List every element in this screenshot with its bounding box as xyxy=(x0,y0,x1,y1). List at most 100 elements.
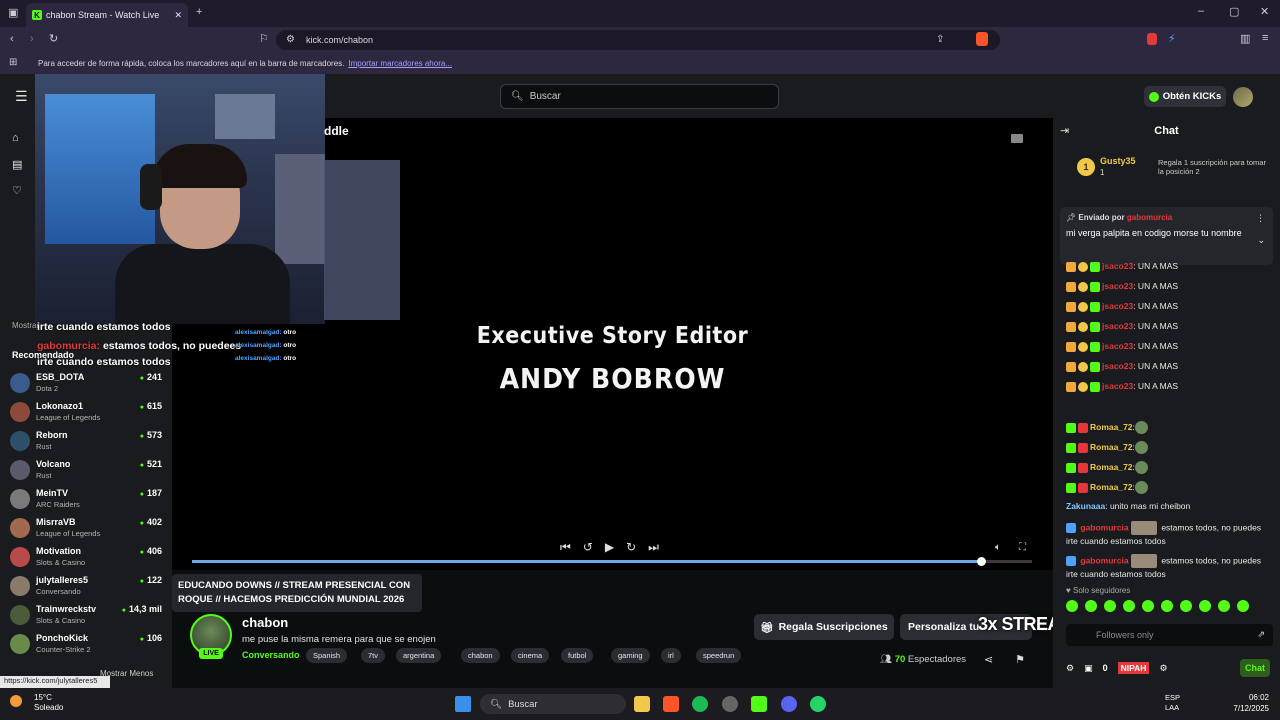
emote-icon[interactable] xyxy=(1180,600,1192,612)
gift-subs-button[interactable]: 🎁︎ Regala Suscripciones xyxy=(754,614,894,640)
channel-row[interactable]: Motivation Slots & Casino 406 xyxy=(10,546,162,575)
taskbar-search[interactable]: 🔍︎ Buscar xyxy=(480,694,626,714)
spotify-icon[interactable] xyxy=(692,696,708,712)
user-avatar[interactable] xyxy=(1233,87,1253,107)
channel-row[interactable]: PonchoKick Counter-Strike 2 106 xyxy=(10,633,162,662)
discord-icon[interactable] xyxy=(781,696,797,712)
whatsapp-icon[interactable] xyxy=(810,696,826,712)
extension-icon[interactable]: ⚡ xyxy=(1168,32,1176,45)
clock[interactable]: 06:02 7/12/2025 xyxy=(1215,692,1269,714)
chat-username[interactable]: Romaa_72 xyxy=(1090,482,1133,492)
apps-grid-icon[interactable]: ⊞ xyxy=(9,57,17,68)
more-options-icon[interactable]: ⚑ xyxy=(1015,653,1025,666)
share-icon[interactable]: ⇪ xyxy=(936,34,944,45)
following-icon[interactable]: ♡ xyxy=(12,184,26,198)
weather-widget[interactable]: 15°C Soleado xyxy=(10,693,63,713)
browser-tab[interactable]: K chabon Stream - Watch Live ✕ xyxy=(26,3,188,27)
channel-row[interactable]: Volcano Rust 521 xyxy=(10,459,162,488)
maximize-icon[interactable]: ▢ xyxy=(1229,5,1239,18)
chat-username[interactable]: Zakunaaa xyxy=(1066,501,1105,511)
chat-username[interactable]: Romaa_72 xyxy=(1090,442,1133,452)
browse-icon[interactable]: ▤ xyxy=(12,158,26,172)
emote-icon[interactable] xyxy=(1066,600,1078,612)
stream-category[interactable]: Conversando xyxy=(242,650,300,660)
reload-icon[interactable]: ↻ xyxy=(49,32,58,45)
url-field[interactable]: ⚙ kick.com/chabon ⇪ xyxy=(276,30,1000,50)
volume-icon[interactable]: 🔈︎ xyxy=(995,542,1001,553)
chat-username[interactable]: gabomurcia xyxy=(1080,522,1128,532)
next-icon[interactable]: ⏭ xyxy=(648,540,659,556)
steam-icon[interactable] xyxy=(722,696,738,712)
stream-tag[interactable]: irl xyxy=(661,648,681,663)
chat-username[interactable]: gabomurcia xyxy=(1080,555,1128,565)
browser-more-icon[interactable]: ≡ xyxy=(1262,32,1268,44)
settings-icon[interactable]: ⚙ xyxy=(1159,663,1167,674)
stream-tag[interactable]: cinema xyxy=(511,648,550,663)
back-icon[interactable]: ‹ xyxy=(10,33,14,45)
pinned-more-icon[interactable]: ⋮ xyxy=(1256,213,1265,224)
start-menu-icon[interactable] xyxy=(455,696,471,712)
kick-app-icon[interactable] xyxy=(751,696,767,712)
emote-icon[interactable] xyxy=(1104,600,1116,612)
channel-row[interactable]: ESB_DOTA Dota 2 241 xyxy=(10,372,162,401)
forward-icon[interactable]: › xyxy=(30,33,34,45)
chat-input[interactable]: Followers only ⇗ xyxy=(1066,624,1273,646)
chat-username[interactable]: jsaco23 xyxy=(1102,261,1133,271)
brave-shield-icon[interactable] xyxy=(976,32,988,46)
chat-username[interactable]: jsaco23 xyxy=(1102,281,1133,291)
stream-tag[interactable]: gaming xyxy=(611,648,650,663)
previous-icon[interactable]: ⏮ xyxy=(560,540,571,556)
channel-row[interactable]: MisrraVB League of Legends 402 xyxy=(10,517,162,546)
rewind-icon[interactable]: ↺ xyxy=(583,540,593,556)
stream-tag[interactable]: Spanish xyxy=(306,648,348,663)
emote-icon[interactable] xyxy=(1218,600,1230,612)
emote-icon[interactable] xyxy=(1237,600,1249,612)
emote-icon[interactable] xyxy=(1123,600,1135,612)
chat-username[interactable]: Romaa_72 xyxy=(1090,422,1133,432)
emote-icon[interactable] xyxy=(1142,600,1154,612)
emote-icon[interactable] xyxy=(1085,600,1097,612)
channel-row[interactable]: Trainwreckstv Slots & Casino 14,3 mil xyxy=(10,604,162,633)
language-indicator[interactable]: ESP LAA xyxy=(1165,693,1180,713)
nipah-badge[interactable]: NIPAH xyxy=(1117,662,1150,674)
progress-bar-track[interactable] xyxy=(982,560,1032,563)
close-tab-icon[interactable]: ✕ xyxy=(174,10,182,21)
sidebar-toggle-icon[interactable]: ▥ xyxy=(1240,32,1250,45)
chat-username[interactable]: jsaco23 xyxy=(1102,321,1133,331)
stream-tag[interactable]: argentina xyxy=(396,648,442,663)
send-chat-button[interactable]: Chat xyxy=(1240,659,1270,677)
progress-bar-fill[interactable] xyxy=(192,560,982,563)
fullscreen-icon[interactable]: ⛶ xyxy=(1019,542,1026,553)
progress-scrubber[interactable] xyxy=(977,557,986,566)
hamburger-menu-icon[interactable]: ☰ xyxy=(15,88,28,105)
chat-username[interactable]: jsaco23 xyxy=(1102,381,1133,391)
extension-icon[interactable] xyxy=(1147,33,1157,45)
file-explorer-icon[interactable] xyxy=(634,696,650,712)
channel-row[interactable]: Reborn Rust 573 xyxy=(10,430,162,459)
channel-row[interactable]: julytalleres5 Conversando 122 xyxy=(10,575,162,604)
minimize-icon[interactable]: – xyxy=(1198,5,1204,17)
chat-username[interactable]: jsaco23 xyxy=(1102,341,1133,351)
stream-tag[interactable]: chabon xyxy=(461,648,500,663)
chat-tools-icon[interactable]: ⚙ xyxy=(1066,663,1074,674)
share-icon[interactable]: ⋖ xyxy=(984,653,993,666)
get-kicks-button[interactable]: Obtén KICKs xyxy=(1144,86,1226,107)
streamer-name[interactable]: chabon xyxy=(242,615,288,630)
captions-icon[interactable] xyxy=(1011,134,1023,143)
stream-tag[interactable]: futbol xyxy=(561,648,594,663)
chat-username[interactable]: Romaa_72 xyxy=(1090,462,1133,472)
chat-username[interactable]: jsaco23 xyxy=(1102,361,1133,371)
pinned-user[interactable]: gabomurcia xyxy=(1127,213,1172,222)
emote-icon[interactable] xyxy=(1161,600,1173,612)
channel-row[interactable]: Lokonazo1 League of Legends 615 xyxy=(10,401,162,430)
pinned-expand-icon[interactable]: ⌄ xyxy=(1257,235,1265,246)
stream-tag[interactable]: speedrun xyxy=(696,648,742,663)
site-info-icon[interactable]: ⚙ xyxy=(286,34,295,45)
channel-row[interactable]: MeinTV ARC Raiders 187 xyxy=(10,488,162,517)
emote-icon[interactable] xyxy=(1199,600,1211,612)
chat-commands-icon[interactable]: ⇗ xyxy=(1257,629,1265,640)
import-bookmarks-link[interactable]: Importar marcadores ahora... xyxy=(348,59,452,68)
search-input[interactable]: 🔍︎ Buscar xyxy=(500,84,779,109)
browser-menu-icon[interactable]: ▣ xyxy=(8,6,18,19)
brave-icon[interactable] xyxy=(663,696,679,712)
